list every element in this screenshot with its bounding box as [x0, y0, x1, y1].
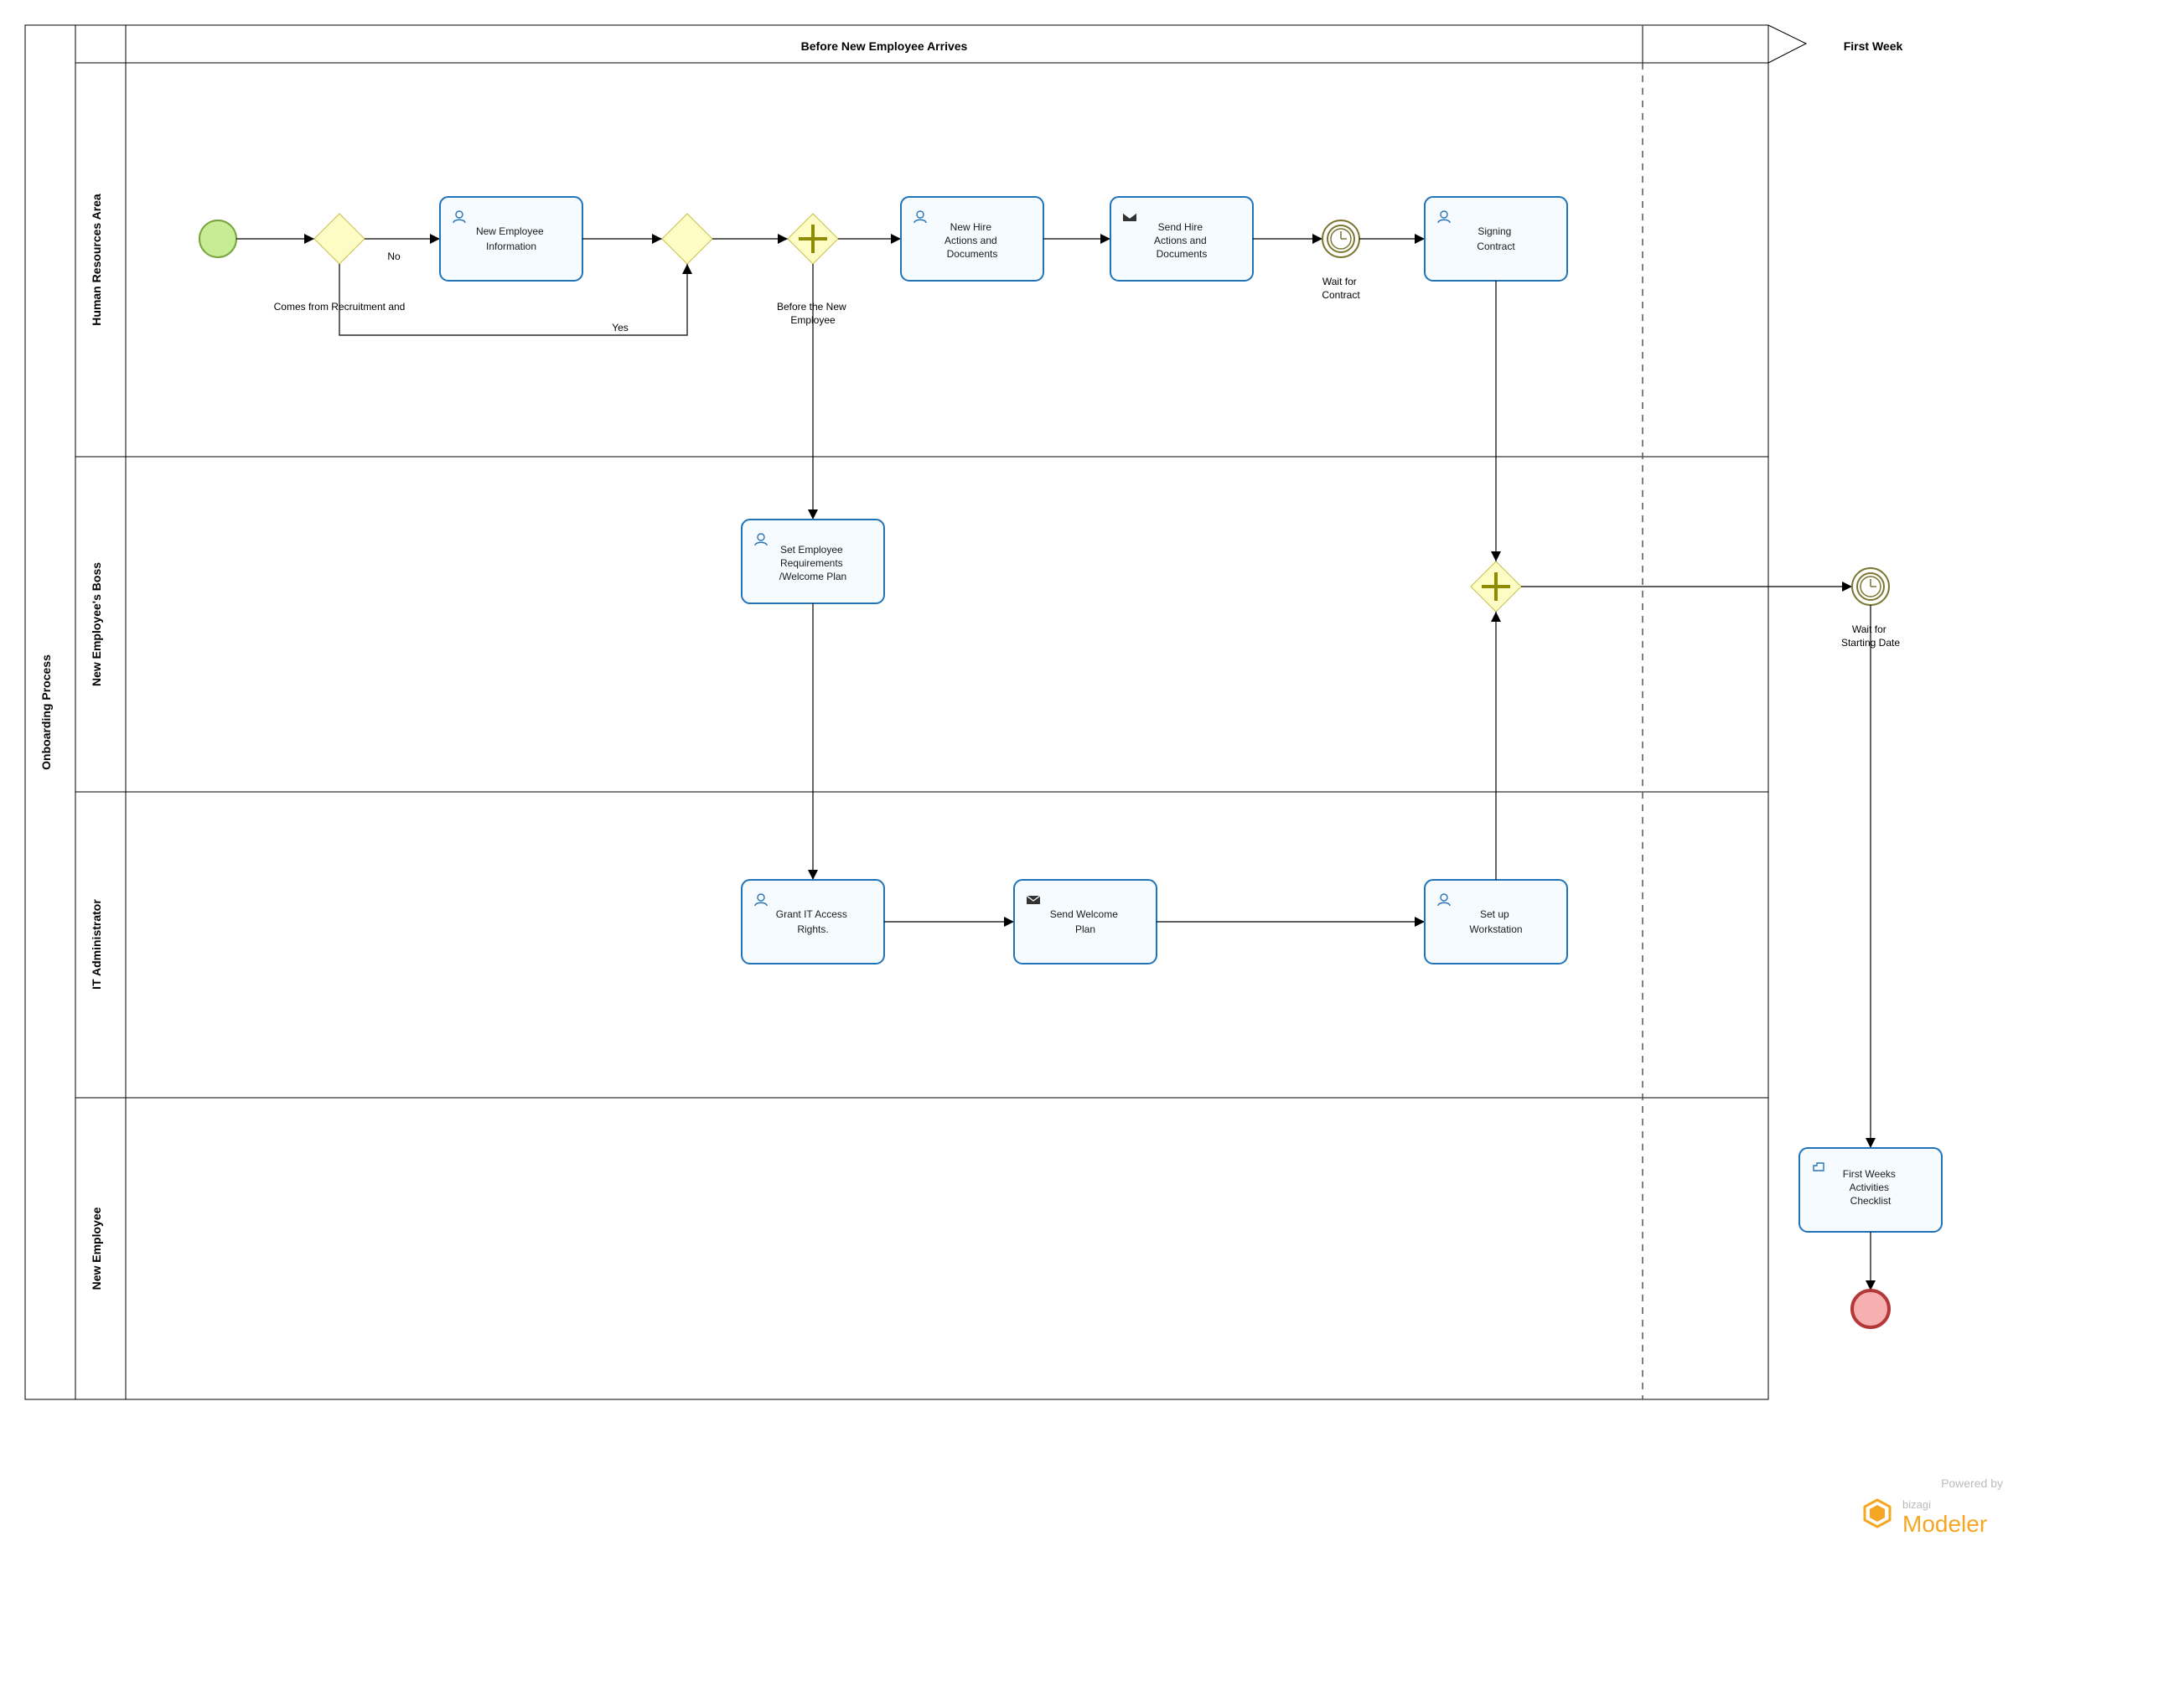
- task-setup-workstation: Set up Workstation: [1425, 880, 1567, 964]
- task-send-welcome-plan: Send Welcome Plan: [1014, 880, 1157, 964]
- pool-title: Onboarding Process: [39, 654, 53, 770]
- timer-wait-contract: [1322, 220, 1359, 257]
- label-no: No: [387, 251, 401, 262]
- lane-boss-title: New Employee's Boss: [90, 562, 103, 686]
- send-icon: [1027, 896, 1040, 904]
- footer-brand-small: bizagi: [1902, 1498, 1931, 1511]
- lane-hr-title: Human Resources Area: [90, 194, 103, 326]
- gateway-merge: [662, 214, 712, 264]
- label-yes: Yes: [612, 322, 629, 334]
- task-new-hire-docs-label: New Hire Actions and Documents: [945, 221, 1000, 260]
- task-first-weeks-checklist: First Weeks Activities Checklist: [1799, 1148, 1942, 1232]
- task-set-requirements: Set Employee Requirements /Welcome Plan: [742, 520, 884, 603]
- lane-it-title: IT Administrator: [90, 899, 103, 990]
- gateway-recruitment: [314, 214, 365, 264]
- lane-boss: [75, 457, 1768, 792]
- task-checklist-label: First Weeks Activities Checklist: [1843, 1168, 1898, 1207]
- task-send-hire-docs: Send Hire Actions and Documents: [1110, 197, 1253, 281]
- end-event: [1852, 1290, 1889, 1327]
- lane-emp: [75, 1098, 1768, 1399]
- task-new-hire-docs: New Hire Actions and Documents: [901, 197, 1043, 281]
- footer-brand: Modeler: [1902, 1511, 1987, 1537]
- phase-chevron-end: [1768, 25, 1806, 63]
- phase-first-label: First Week: [1844, 39, 1903, 53]
- task-signing-contract: Signing Contract: [1425, 197, 1567, 281]
- phase-before-label: Before New Employee Arrives: [801, 39, 968, 53]
- task-set-requirements-label: Set Employee Requirements /Welcome Plan: [779, 544, 846, 582]
- timer-contract-label: Wait for Contract: [1322, 276, 1360, 301]
- task-grant-it: Grant IT Access Rights.: [742, 880, 884, 964]
- lane-emp-title: New Employee: [90, 1207, 103, 1290]
- footer-powered: Powered by: [1941, 1476, 2003, 1490]
- gateway-parallel-split: [788, 214, 838, 264]
- start-event: [199, 220, 236, 257]
- task-send-hire-docs-label: Send Hire Actions and Documents: [1154, 221, 1209, 260]
- timer-wait-start: [1852, 568, 1889, 605]
- footer-logo-icon: [1865, 1500, 1890, 1527]
- gateway-parallel-join: [1471, 561, 1521, 612]
- task-new-emp-info: New Employee Information: [440, 197, 582, 281]
